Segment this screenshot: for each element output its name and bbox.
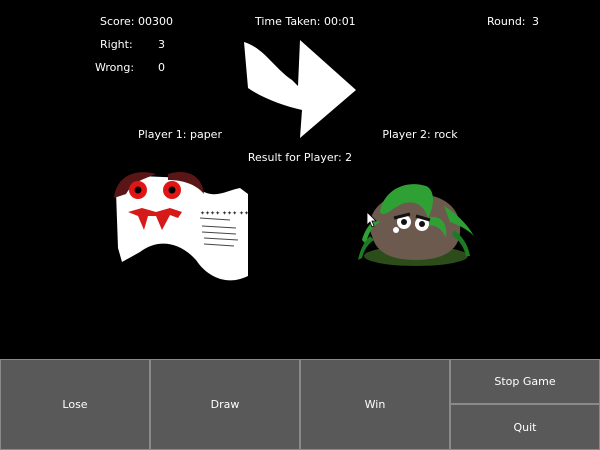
quit-button[interactable]: Quit: [450, 404, 600, 450]
answer-button-bar: Lose Draw Win Stop Game Quit: [0, 359, 600, 450]
player2-label: Player 2: rock: [382, 128, 457, 142]
time-taken: Time Taken: 00:01: [255, 15, 356, 29]
result-label-text: Result for Player:: [247, 151, 342, 164]
wrong-label: Wrong:: [95, 61, 135, 74]
player2-label-text: Player 2:: [382, 128, 431, 141]
time-label: Time Taken:: [255, 15, 321, 28]
round-label: Round:: [487, 15, 526, 28]
score-label-text: Score:: [100, 15, 135, 28]
score-value: 00300: [138, 15, 174, 28]
right-label: Right:: [100, 38, 133, 51]
mouse-pointer-icon: [367, 212, 377, 228]
draw-button[interactable]: Draw: [150, 359, 300, 450]
player2-choice: rock: [434, 128, 458, 141]
curved-arrow-right-icon: [244, 40, 356, 138]
result-value: 2: [345, 151, 353, 164]
right-value: 3: [158, 38, 165, 51]
player1-label: Player 1: paper: [138, 128, 222, 142]
player1-choice: paper: [189, 128, 222, 141]
score-label: Score: 00300: [100, 15, 173, 29]
paper-monster-icon: ✦✦✦✦ ✦✦✦ ✦✦✦: [114, 172, 250, 281]
win-button[interactable]: Win: [300, 359, 450, 450]
round-value: 3: [532, 15, 540, 28]
round-display: Round: 3: [487, 15, 539, 29]
svg-text:✦✦✦✦ ✦✦✦ ✦✦✦: ✦✦✦✦ ✦✦✦ ✦✦✦: [200, 210, 250, 217]
lose-button[interactable]: Lose: [0, 359, 150, 450]
stop-game-button[interactable]: Stop Game: [450, 359, 600, 404]
player1-label-text: Player 1:: [138, 128, 187, 141]
result-label: Result for Player: 2: [248, 151, 352, 165]
time-value: 00:01: [323, 15, 356, 28]
wrong-value: 0: [158, 61, 165, 74]
